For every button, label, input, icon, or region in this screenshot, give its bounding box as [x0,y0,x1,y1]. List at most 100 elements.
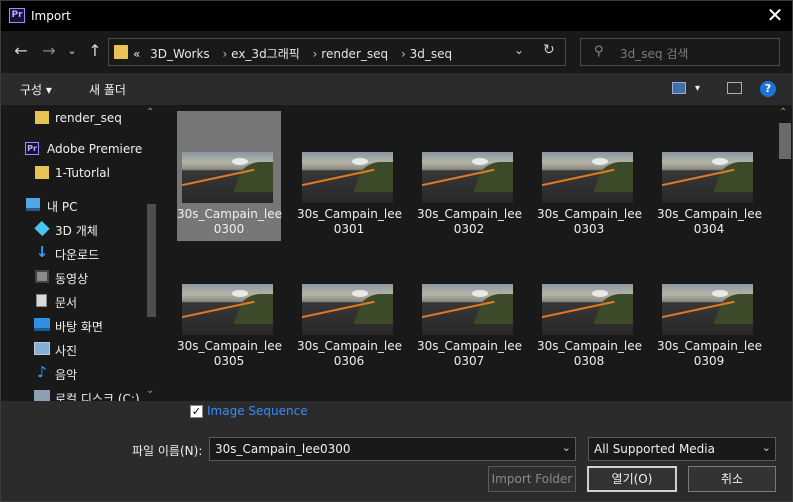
sidebar-item-videos[interactable]: 동영상 [1,266,151,288]
forward-arrow-icon[interactable]: → [39,40,59,62]
scrollbar-thumb[interactable] [779,123,791,159]
breadcrumb-separator[interactable]: › [223,47,228,61]
breadcrumb-render-seq[interactable]: render_seq [321,47,388,61]
file-list-scrollbar[interactable]: ⌃ [777,105,792,401]
file-name: 30s_Campain_lee 0309 [657,339,762,368]
file-item[interactable]: 30s_Campain_lee 0306 [297,243,402,373]
up-folder-icon[interactable]: ↑ [85,40,105,62]
sidebar-item-3d-objects[interactable]: 3D 개체 [1,218,151,240]
title-bar: Pr Import ✕ [1,1,792,31]
sidebar-scrollbar[interactable]: ⌃ ⌄ [144,105,159,401]
file-thumbnail [302,284,393,335]
file-thumbnail [182,284,273,335]
breadcrumb-ex-3d[interactable]: ex_3d그래픽 [231,47,300,61]
window-title: Import [31,9,71,23]
file-list: 30s_Campain_lee 0300 30s_Campain_lee 0301 … [159,105,792,401]
sidebar-item-label: 음악 [55,368,78,382]
view-dropdown-icon[interactable]: ▾ [695,83,700,94]
cancel-button[interactable]: 취소 [688,466,776,492]
file-item[interactable]: 30s_Campain_lee 0308 [537,243,642,373]
close-icon[interactable]: ✕ [766,5,784,25]
sidebar-item-downloads[interactable]: ↓ 다운로드 [1,242,151,264]
music-icon: ♪ [37,363,47,381]
sidebar-item-label: 로컬 디스크 (C:) [55,392,140,401]
file-thumbnail [302,152,393,203]
video-icon [35,270,49,283]
breadcrumb-overflow[interactable]: « [133,47,140,61]
sidebar-item-label: 바탕 화면 [55,320,103,334]
file-item[interactable]: 30s_Campain_lee 0309 [657,243,762,373]
file-item[interactable]: 30s_Campain_lee 0305 [177,243,282,373]
document-icon [36,294,47,307]
breadcrumb-3d-works[interactable]: 3D_Works [150,47,210,61]
toolbar: 구성 ▾ 새 폴더 ▾ ? [1,73,792,105]
sidebar-item-render-seq[interactable]: render_seq [1,107,151,129]
sidebar-item-label: 다운로드 [55,248,100,262]
file-name-label: 파일 이름(N): [132,444,203,458]
file-name: 30s_Campain_lee 0304 [657,207,762,236]
file-name: 30s_Campain_lee 0307 [417,339,522,368]
refresh-icon[interactable]: ↻ [543,42,555,58]
file-name-input[interactable]: 30s_Campain_lee0300 ⌄ [209,437,576,461]
navigation-pane: render_seq Pr Adobe Premiere F 1-Tutorla… [1,105,159,401]
sidebar-item-label: 문서 [55,296,78,310]
3d-objects-icon [34,220,50,237]
sidebar-item-this-pc[interactable]: 내 PC [1,194,151,216]
view-options-icon[interactable] [672,82,686,94]
sidebar-item-label: render_seq [55,111,122,125]
import-folder-button[interactable]: Import Folder [488,466,576,492]
sidebar-item-label: Adobe Premiere F [47,142,154,156]
file-name: 30s_Campain_lee 0302 [417,207,522,236]
sidebar-item-pictures[interactable]: 사진 [1,338,151,360]
address-bar[interactable]: « 3D_Works › ex_3d그래픽 › render_seq › 3d_… [108,38,566,66]
search-box[interactable]: ⚲ 3d_seq 검색 [580,38,780,66]
sidebar-item-desktop[interactable]: 바탕 화면 [1,314,151,336]
breadcrumb-separator[interactable]: › [401,47,406,61]
sidebar-item-adobe-premiere[interactable]: Pr Adobe Premiere F [1,138,154,160]
pictures-icon [34,342,50,355]
file-name: 30s_Campain_lee 0308 [537,339,642,368]
file-item[interactable]: 30s_Campain_lee 0301 [297,111,402,241]
open-button[interactable]: 열기(O) [587,466,677,492]
sidebar-item-music[interactable]: ♪ 음악 [1,362,151,384]
file-name-value: 30s_Campain_lee0300 [215,442,351,456]
help-icon[interactable]: ? [760,81,776,97]
sidebar-item-label: 사진 [55,344,78,358]
file-thumbnail [182,152,273,203]
file-name: 30s_Campain_lee 0305 [177,339,282,368]
breadcrumb-3d-seq[interactable]: 3d_seq [410,47,453,61]
file-type-select[interactable]: All Supported Media ⌄ [588,437,776,461]
sidebar-item-label: 동영상 [55,272,89,286]
file-item[interactable]: 30s_Campain_lee 0302 [417,111,522,241]
file-item[interactable]: 30s_Campain_lee 0300 [177,111,282,241]
back-arrow-icon[interactable]: ← [11,40,31,62]
organize-button[interactable]: 구성 ▾ [20,81,52,98]
address-dropdown-icon[interactable]: ⌄ [514,43,524,57]
chevron-down-icon[interactable]: ⌄ [562,441,571,454]
file-item[interactable]: 30s_Campain_lee 0303 [537,111,642,241]
file-name: 30s_Campain_lee 0301 [297,207,402,236]
new-folder-button[interactable]: 새 폴더 [89,81,126,98]
disk-icon [34,390,50,401]
scroll-down-icon[interactable]: ⌄ [146,385,154,396]
file-name: 30s_Campain_lee 0300 [177,207,282,236]
file-name: 30s_Campain_lee 0303 [537,207,642,236]
address-row: ← → ⌄ ↑ « 3D_Works › ex_3d그래픽 › render_s… [1,31,792,73]
image-sequence-label[interactable]: Image Sequence [207,404,308,418]
scroll-up-icon[interactable]: ⌃ [779,107,787,118]
sidebar-item-label: 1-Tutorlal [55,166,110,180]
folder-icon [114,45,128,59]
image-sequence-checkbox[interactable]: ✓ [190,405,203,418]
sidebar-item-local-disk[interactable]: 로컬 디스크 (C:) [1,386,151,401]
file-item[interactable]: 30s_Campain_lee 0304 [657,111,762,241]
folder-icon [35,166,49,179]
sidebar-item-documents[interactable]: 문서 [1,290,151,312]
file-item[interactable]: 30s_Campain_lee 0307 [417,243,522,373]
sidebar-item-1-tutorial[interactable]: 1-Tutorlal [1,162,151,184]
recent-locations-icon[interactable]: ⌄ [65,40,79,62]
premiere-app-icon: Pr [9,8,25,23]
preview-pane-icon[interactable] [727,82,742,94]
scroll-up-icon[interactable]: ⌃ [146,107,154,118]
scrollbar-thumb[interactable] [147,204,156,317]
breadcrumb-separator[interactable]: › [313,47,318,61]
